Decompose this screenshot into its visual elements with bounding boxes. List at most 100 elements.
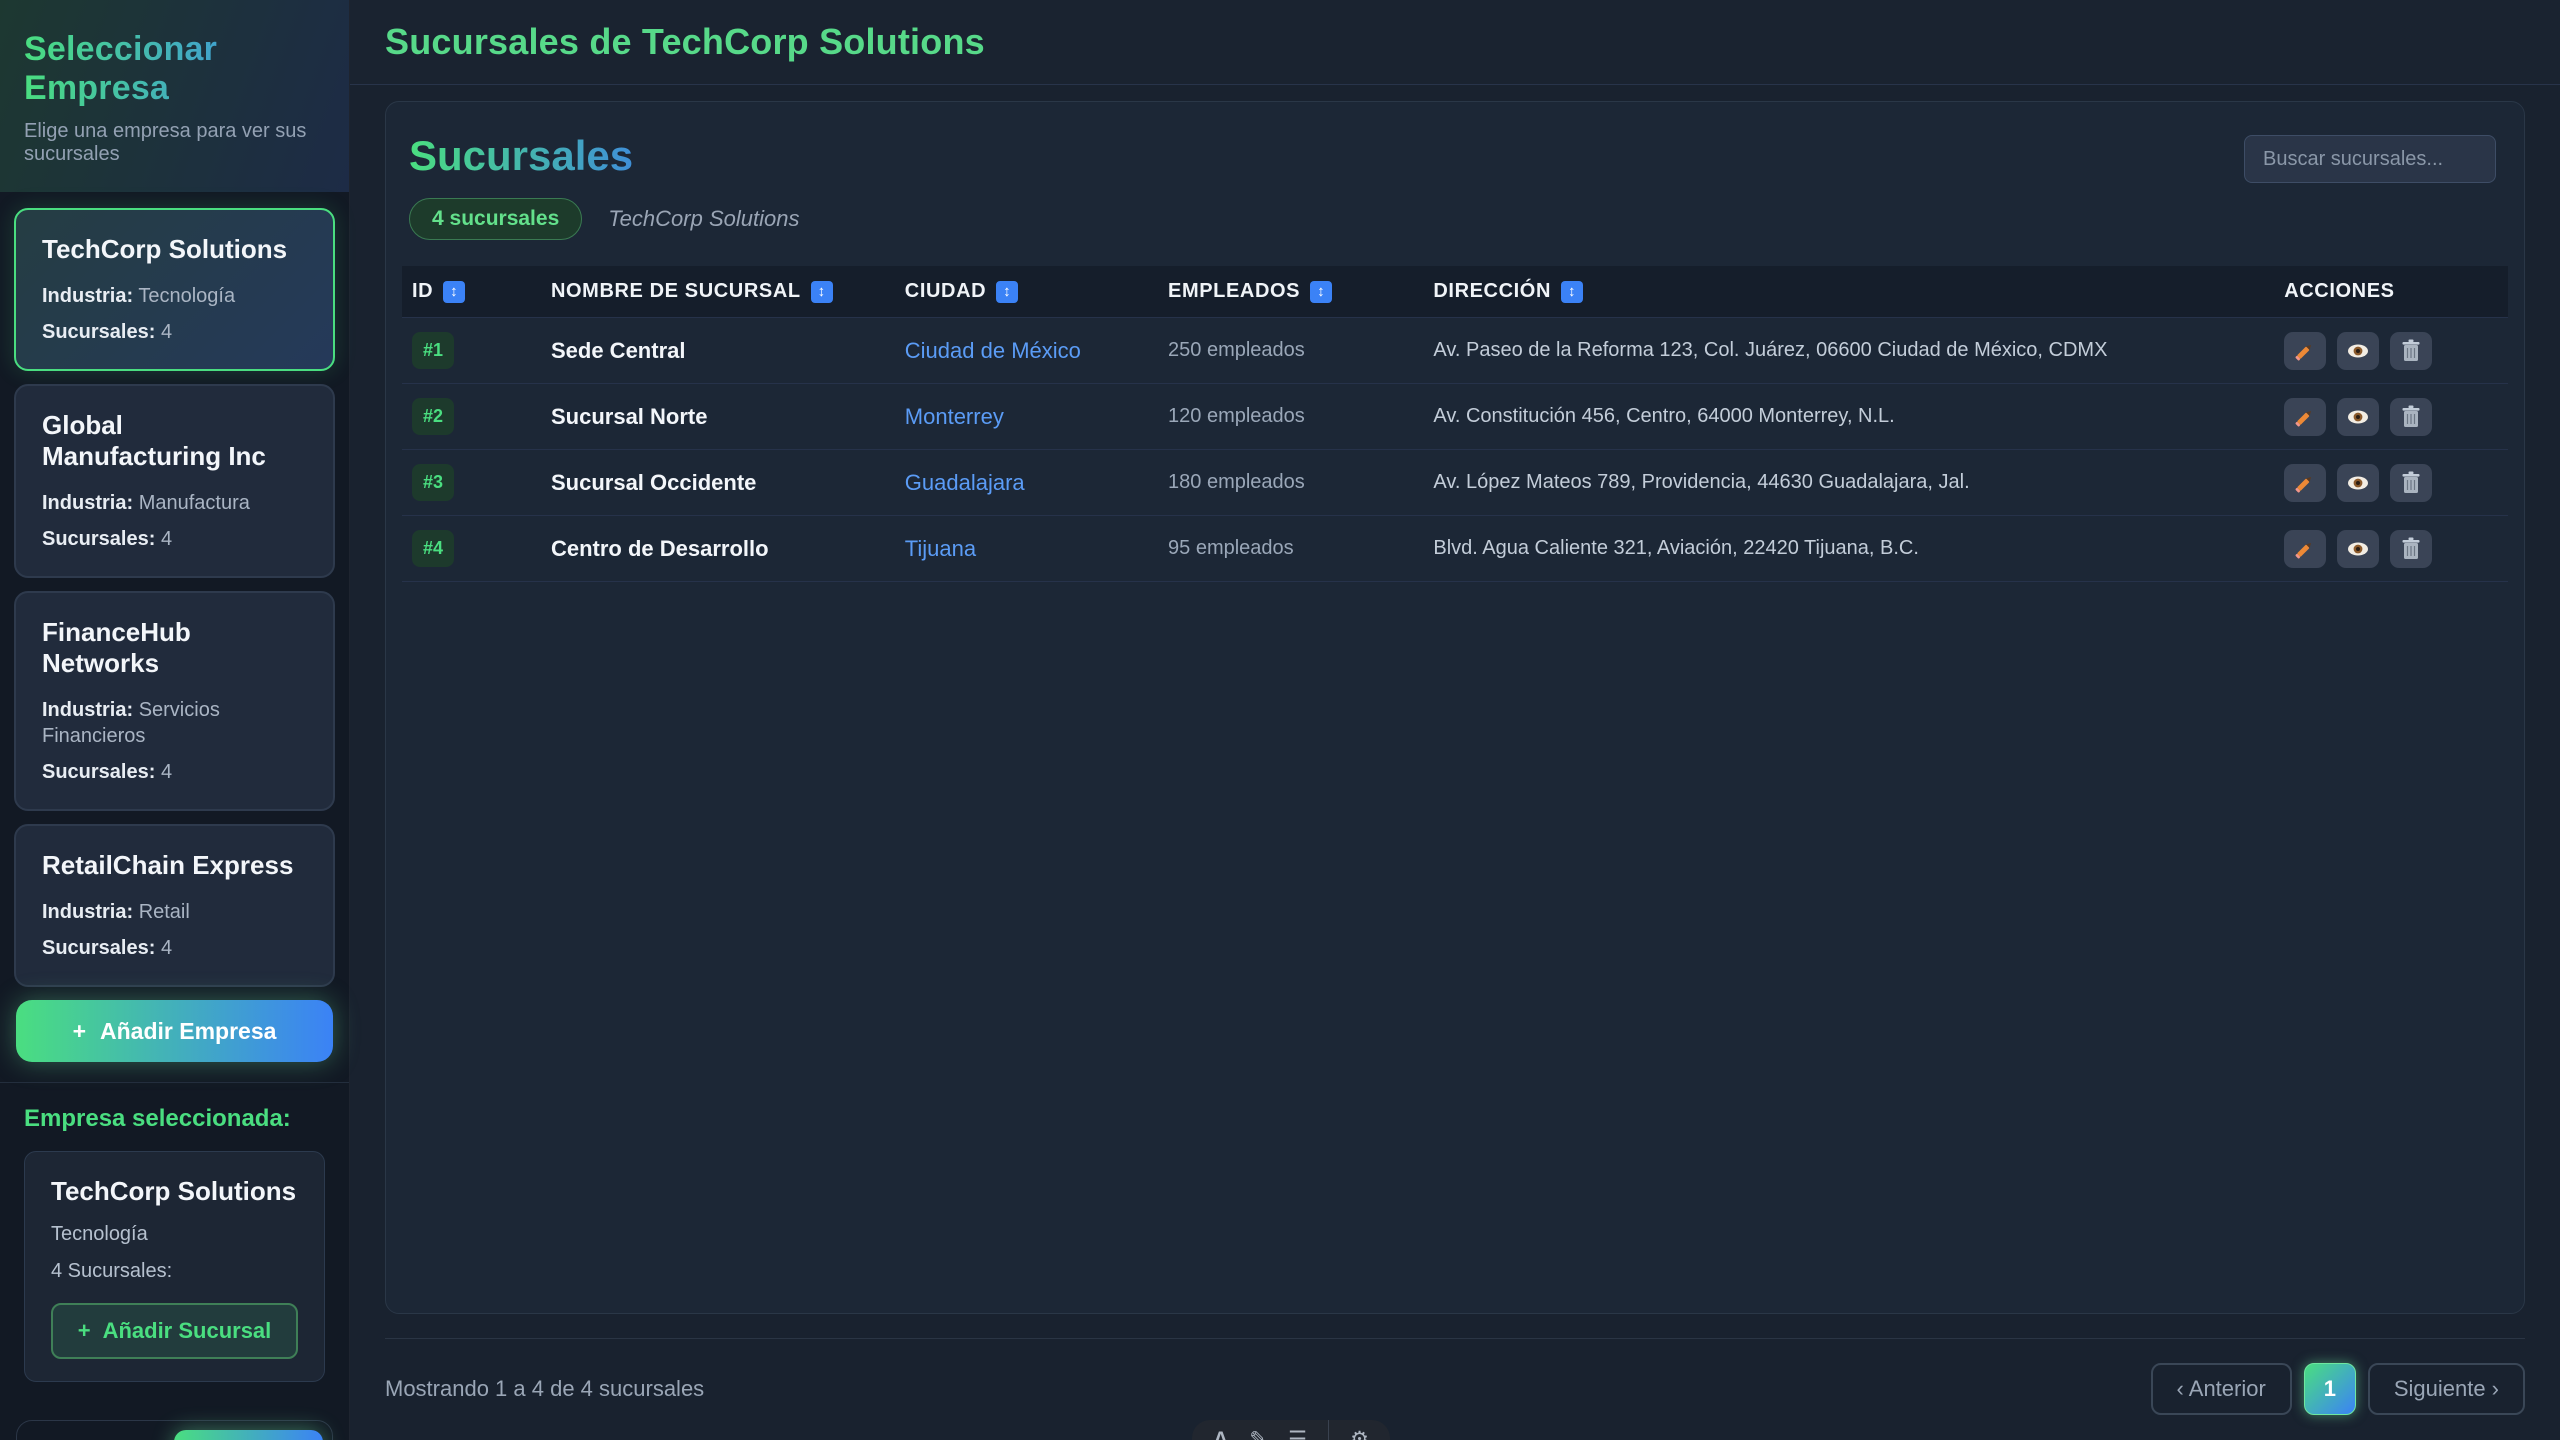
branch-address: Blvd. Agua Caliente 321, Aviación, 22420…	[1423, 516, 2274, 582]
selected-company-section: Empresa seleccionada: TechCorp Solutions…	[0, 1082, 349, 1400]
page-header: Sucursales de TechCorp Solutions	[350, 0, 2560, 85]
view-button[interactable]	[2337, 332, 2379, 370]
column-header-actions: ACCIONES	[2274, 266, 2508, 318]
panel-subrow: 4 sucursales TechCorp Solutions	[409, 198, 2508, 240]
company-industry: Industria: Retail	[42, 899, 307, 925]
table-header: ID ↕ NOMBRE DE SUCURSAL ↕ CIUDAD↕ EMPLEADO…	[402, 266, 2508, 318]
pencil-icon	[2292, 338, 2318, 364]
employees-count: 250 empleados	[1158, 318, 1423, 384]
pencil-icon	[2292, 536, 2318, 562]
employees-count: 180 empleados	[1158, 450, 1423, 516]
branches-table: ID ↕ NOMBRE DE SUCURSAL ↕ CIUDAD↕ EMPLEADO…	[402, 266, 2508, 582]
floating-toolbar[interactable]: A ✎ ☰ ⚙	[1192, 1420, 1390, 1440]
branches-value: 4	[161, 761, 172, 783]
menu-icon[interactable]: ☰	[1288, 1429, 1307, 1440]
city-link[interactable]: Ciudad de México	[905, 338, 1081, 363]
column-header-city[interactable]: CIUDAD↕	[895, 266, 1158, 318]
sort-icon[interactable]: ↕	[443, 281, 465, 303]
company-card-retailchain[interactable]: RetailChain Express Industria: Retail Su…	[14, 824, 335, 987]
delete-button[interactable]	[2390, 530, 2432, 568]
add-branch-button[interactable]: + Añadir Sucursal	[51, 1303, 298, 1359]
branch-management-button[interactable]: Gestión de Sucursales	[174, 1430, 323, 1440]
trash-icon	[2399, 404, 2423, 430]
branch-name: Sede Central	[541, 318, 895, 384]
search-input[interactable]	[2244, 135, 2496, 183]
sort-icon[interactable]: ↕	[996, 281, 1018, 303]
branch-name: Centro de Desarrollo	[541, 516, 895, 582]
edit-button[interactable]	[2284, 530, 2326, 568]
selected-company-industry: Tecnología	[51, 1223, 298, 1246]
row-id-badge: #1	[412, 332, 454, 369]
branches-label: Sucursales:	[42, 761, 155, 783]
city-link[interactable]: Guadalajara	[905, 470, 1025, 495]
add-company-button[interactable]: + Añadir Empresa	[16, 1000, 333, 1062]
edit-button[interactable]	[2284, 398, 2326, 436]
pencil-icon	[2292, 404, 2318, 430]
city-link[interactable]: Tijuana	[905, 536, 976, 561]
industry-label: Industria:	[42, 699, 133, 721]
delete-button[interactable]	[2390, 464, 2432, 502]
branches-value: 4	[161, 321, 172, 343]
employees-count: 120 empleados	[1158, 384, 1423, 450]
company-list: TechCorp Solutions Industria: Tecnología…	[0, 192, 349, 1000]
selected-company-branches: 4 Sucursales:	[51, 1260, 298, 1283]
company-note: TechCorp Solutions	[608, 206, 799, 232]
plus-icon: +	[73, 1018, 86, 1045]
edit-button[interactable]	[2284, 332, 2326, 370]
column-header-employees[interactable]: EMPLEADOS ↕	[1158, 266, 1423, 318]
toolbar-divider	[1328, 1420, 1329, 1440]
branch-name: Sucursal Norte	[541, 384, 895, 450]
table-row: #1 Sede Central Ciudad de México 250 emp…	[402, 318, 2508, 384]
view-button[interactable]	[2337, 398, 2379, 436]
branch-name: Sucursal Occidente	[541, 450, 895, 516]
column-label: NOMBRE DE SUCURSAL	[551, 280, 801, 302]
trash-icon	[2399, 536, 2423, 562]
eye-icon	[2345, 470, 2371, 496]
table-footer: Mostrando 1 a 4 de 4 sucursales ‹ Anteri…	[385, 1338, 2525, 1415]
view-button[interactable]	[2337, 464, 2379, 502]
delete-button[interactable]	[2390, 398, 2432, 436]
column-label: DIRECCIÓN	[1433, 280, 1551, 302]
column-header-name[interactable]: NOMBRE DE SUCURSAL ↕	[541, 266, 895, 318]
table-row: #2 Sucursal Norte Monterrey 120 empleado…	[402, 384, 2508, 450]
view-button[interactable]	[2337, 530, 2379, 568]
font-icon[interactable]: A	[1213, 1429, 1228, 1440]
company-card-techcorp[interactable]: TechCorp Solutions Industria: Tecnología…	[14, 208, 335, 371]
branches-label: Sucursales:	[42, 937, 155, 959]
company-card-global-manufacturing[interactable]: Global Manufacturing Inc Industria: Manu…	[14, 384, 335, 578]
branch-count-badge: 4 sucursales	[409, 198, 582, 240]
edit-button[interactable]	[2284, 464, 2326, 502]
pen-icon[interactable]: ✎	[1249, 1429, 1267, 1440]
row-actions	[2284, 464, 2498, 502]
gear-icon[interactable]: ⚙	[1350, 1429, 1369, 1440]
branches-value: 4	[161, 528, 172, 550]
sidebar-title: Seleccionar Empresa	[24, 30, 325, 108]
row-actions	[2284, 530, 2498, 568]
view-toggle: Vista de Mapa Gestión de Sucursales	[16, 1420, 333, 1440]
current-page-button[interactable]: 1	[2304, 1363, 2356, 1415]
page-title: Sucursales de TechCorp Solutions	[385, 21, 985, 63]
main-area: Sucursales de TechCorp Solutions Sucursa…	[350, 0, 2560, 1440]
sort-icon[interactable]: ↕	[1561, 281, 1583, 303]
map-view-button[interactable]: Vista de Mapa	[26, 1430, 166, 1440]
company-industry: Industria: Servicios Financieros	[42, 697, 307, 749]
company-card-financehub[interactable]: FinanceHub Networks Industria: Servicios…	[14, 591, 335, 811]
city-link[interactable]: Monterrey	[905, 404, 1004, 429]
column-label: EMPLEADOS	[1168, 280, 1300, 302]
sort-icon[interactable]: ↕	[1310, 281, 1332, 303]
panel-heading: Sucursales	[409, 132, 633, 180]
column-label: ID	[412, 280, 433, 302]
table-row: #3 Sucursal Occidente Guadalajara 180 em…	[402, 450, 2508, 516]
column-label: ACCIONES	[2284, 280, 2394, 302]
next-page-button[interactable]: Siguiente ›	[2368, 1363, 2525, 1415]
delete-button[interactable]	[2390, 332, 2432, 370]
row-actions	[2284, 398, 2498, 436]
column-header-id[interactable]: ID ↕	[402, 266, 541, 318]
selected-company-name: TechCorp Solutions	[51, 1176, 298, 1207]
sort-icon[interactable]: ↕	[811, 281, 833, 303]
table-row: #4 Centro de Desarrollo Tijuana 95 emple…	[402, 516, 2508, 582]
add-company-label: Añadir Empresa	[100, 1018, 276, 1045]
previous-page-button[interactable]: ‹ Anterior	[2151, 1363, 2292, 1415]
eye-icon	[2345, 536, 2371, 562]
column-header-address[interactable]: DIRECCIÓN ↕	[1423, 266, 2274, 318]
